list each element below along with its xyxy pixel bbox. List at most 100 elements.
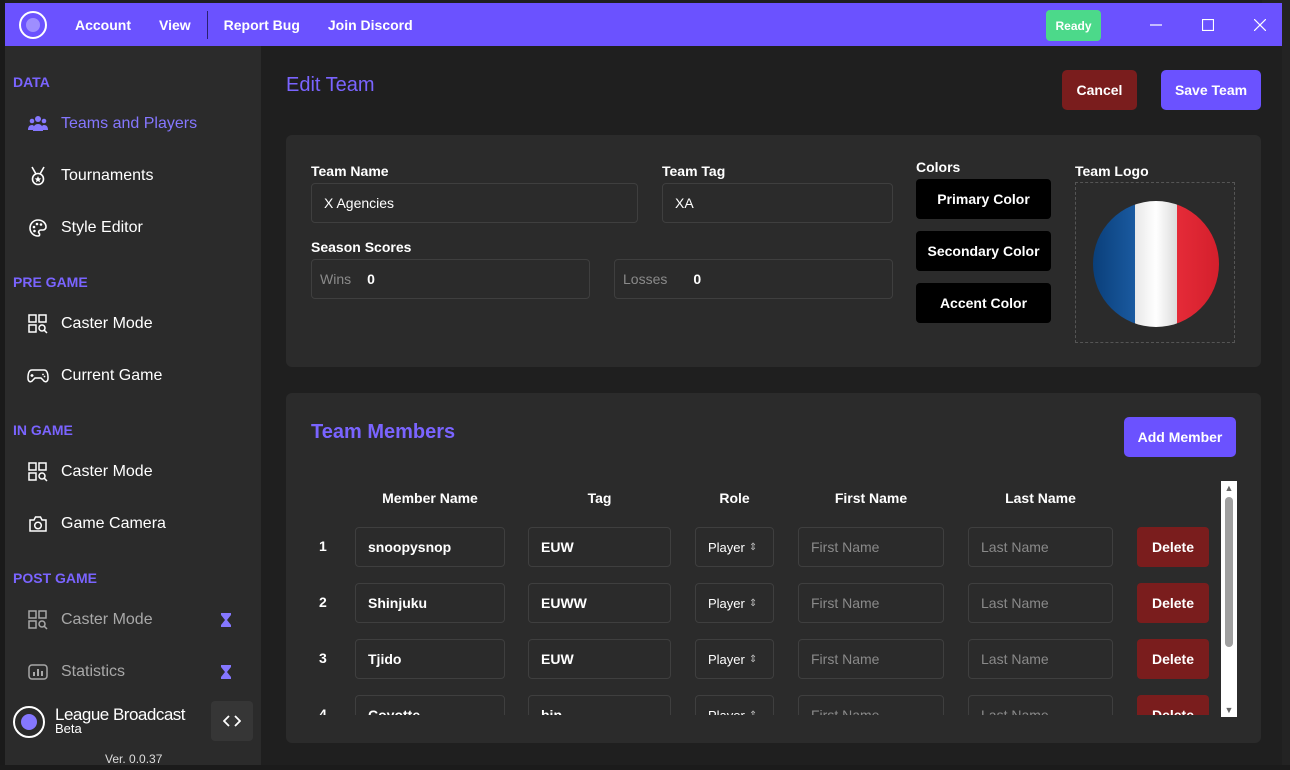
league-broadcast-logo-icon (13, 706, 45, 738)
row-number: 4 (319, 706, 327, 715)
sidebar-item-label: Teams and Players (61, 115, 198, 132)
sidebar-item-tournaments[interactable]: Tournaments (27, 163, 154, 189)
sidebar-item-teams-players[interactable]: Teams and Players (27, 111, 197, 137)
section-in-game: IN GAME (13, 422, 73, 438)
role-select[interactable]: Player ⇕ (695, 639, 774, 679)
primary-color-button[interactable]: Primary Color (916, 179, 1051, 219)
sidebar-item-label: Caster Mode (61, 315, 153, 332)
member-name-input[interactable]: snoopysnop (355, 527, 505, 567)
accent-color-button[interactable]: Accent Color (916, 283, 1051, 323)
menu-join-discord[interactable]: Join Discord (314, 17, 427, 33)
sidebar-item-in-caster-mode[interactable]: Caster Mode (27, 459, 153, 485)
sidebar-item-current-game[interactable]: Current Game (27, 363, 162, 389)
delete-button[interactable]: Delete (1137, 527, 1209, 567)
members-scrollbar[interactable]: ▲ ▼ (1221, 481, 1237, 717)
role-value: Player (708, 651, 745, 667)
first-name-input[interactable]: First Name (798, 639, 944, 679)
scroll-down-icon[interactable]: ▼ (1221, 703, 1237, 717)
version-label: Ver. 0.0.37 (105, 752, 163, 765)
camera-icon (27, 513, 49, 535)
losses-input[interactable]: Losses 0 (614, 259, 893, 299)
role-select[interactable]: Player ⇕ (695, 695, 774, 715)
maximize-button[interactable] (1183, 3, 1233, 46)
column-header-member-name: Member Name (382, 490, 478, 506)
wins-placeholder: Wins (320, 271, 352, 287)
sidebar-item-label: Caster Mode (61, 463, 153, 480)
delete-button[interactable]: Delete (1137, 695, 1209, 715)
sidebar-item-pre-caster-mode[interactable]: Caster Mode (27, 311, 153, 337)
save-team-button[interactable]: Save Team (1161, 70, 1261, 110)
updown-chevron-icon: ⇕ (748, 597, 758, 609)
first-name-input[interactable]: First Name (798, 583, 944, 623)
sidebar-item-label: Current Game (61, 367, 163, 384)
close-button[interactable] (1235, 3, 1282, 46)
member-name-input[interactable]: Coyotte (355, 695, 505, 715)
app-logo-icon (19, 10, 47, 39)
last-name-input[interactable]: Last Name (968, 527, 1113, 567)
sidebar-item-game-camera[interactable]: Game Camera (27, 511, 166, 537)
last-name-input[interactable]: Last Name (968, 583, 1113, 623)
scroll-up-icon[interactable]: ▲ (1221, 481, 1237, 495)
minimize-button[interactable] (1131, 3, 1181, 46)
team-name-value: X Agencies (324, 195, 395, 211)
member-tag-input[interactable]: EUW (528, 527, 671, 567)
last-name-input[interactable]: Last Name (968, 639, 1113, 679)
hourglass-icon (220, 612, 232, 631)
title-bar: Account View Report Bug Join Discord Rea… (5, 3, 1282, 46)
section-post-game: POST GAME (13, 570, 98, 586)
gamepad-icon (27, 365, 49, 387)
delete-button[interactable]: Delete (1137, 583, 1209, 623)
sidebar-item-style-editor[interactable]: Style Editor (27, 215, 143, 241)
add-member-button[interactable]: Add Member (1124, 417, 1236, 457)
member-name-input[interactable]: Shinjuku (355, 583, 505, 623)
secondary-color-button[interactable]: Secondary Color (916, 231, 1051, 271)
brand-badge: Beta (55, 721, 82, 736)
member-tag-input[interactable]: EUWW (528, 583, 671, 623)
row-number: 2 (319, 594, 327, 610)
app-window: Account View Report Bug Join Discord Rea… (5, 3, 1282, 765)
updown-chevron-icon: ⇕ (748, 653, 758, 665)
delete-button[interactable]: Delete (1137, 639, 1209, 679)
team-name-input[interactable]: X Agencies (311, 183, 638, 223)
grid-search-icon (27, 461, 49, 483)
column-header-first-name: First Name (834, 490, 908, 506)
team-logo-label: Team Logo (1075, 163, 1149, 179)
members-list: 1 snoopysnop EUW Player ⇕ First Name Last… (286, 513, 1221, 715)
team-logo-dropzone[interactable] (1075, 182, 1235, 343)
row-number: 3 (319, 650, 327, 666)
minimize-icon (1150, 23, 1162, 26)
team-tag-label: Team Tag (662, 163, 726, 179)
cancel-button[interactable]: Cancel (1062, 70, 1137, 110)
menu-account[interactable]: Account (61, 17, 145, 33)
column-header-last-name: Last Name (1005, 490, 1076, 506)
role-select[interactable]: Player ⇕ (695, 527, 774, 567)
role-select[interactable]: Player ⇕ (695, 583, 774, 623)
grid-search-icon (27, 313, 49, 335)
first-name-input[interactable]: First Name (798, 695, 944, 715)
member-name-input[interactable]: Tjido (355, 639, 505, 679)
member-tag-input[interactable]: bip (528, 695, 671, 715)
member-tag-input[interactable]: EUW (528, 639, 671, 679)
role-value: Player (708, 539, 745, 555)
updown-chevron-icon: ⇕ (748, 709, 758, 716)
palette-icon (27, 217, 49, 239)
team-tag-input[interactable]: XA (662, 183, 893, 223)
code-toggle-button[interactable] (211, 701, 253, 741)
statistics-icon (27, 661, 49, 683)
sidebar-item-label: Style Editor (61, 219, 143, 236)
table-row: 4 Coyotte bip Player ⇕ First Name Last Na… (286, 695, 1221, 715)
page-title: Edit Team (286, 74, 375, 96)
hourglass-icon (220, 664, 232, 683)
close-icon (1254, 18, 1266, 31)
sidebar-item-statistics[interactable]: Statistics (27, 659, 125, 685)
menu-view[interactable]: View (145, 17, 205, 33)
row-number: 1 (319, 538, 327, 554)
last-name-input[interactable]: Last Name (968, 695, 1113, 715)
scrollbar-thumb[interactable] (1225, 497, 1233, 647)
main-content: Edit Team Cancel Save Team Team Name X A… (261, 46, 1282, 765)
menu-report-bug[interactable]: Report Bug (210, 17, 314, 33)
wins-input[interactable]: Wins 0 (311, 259, 590, 299)
first-name-input[interactable]: First Name (798, 527, 944, 567)
colors-label: Colors (916, 159, 961, 175)
sidebar-item-post-caster-mode[interactable]: Caster Mode (27, 607, 153, 633)
